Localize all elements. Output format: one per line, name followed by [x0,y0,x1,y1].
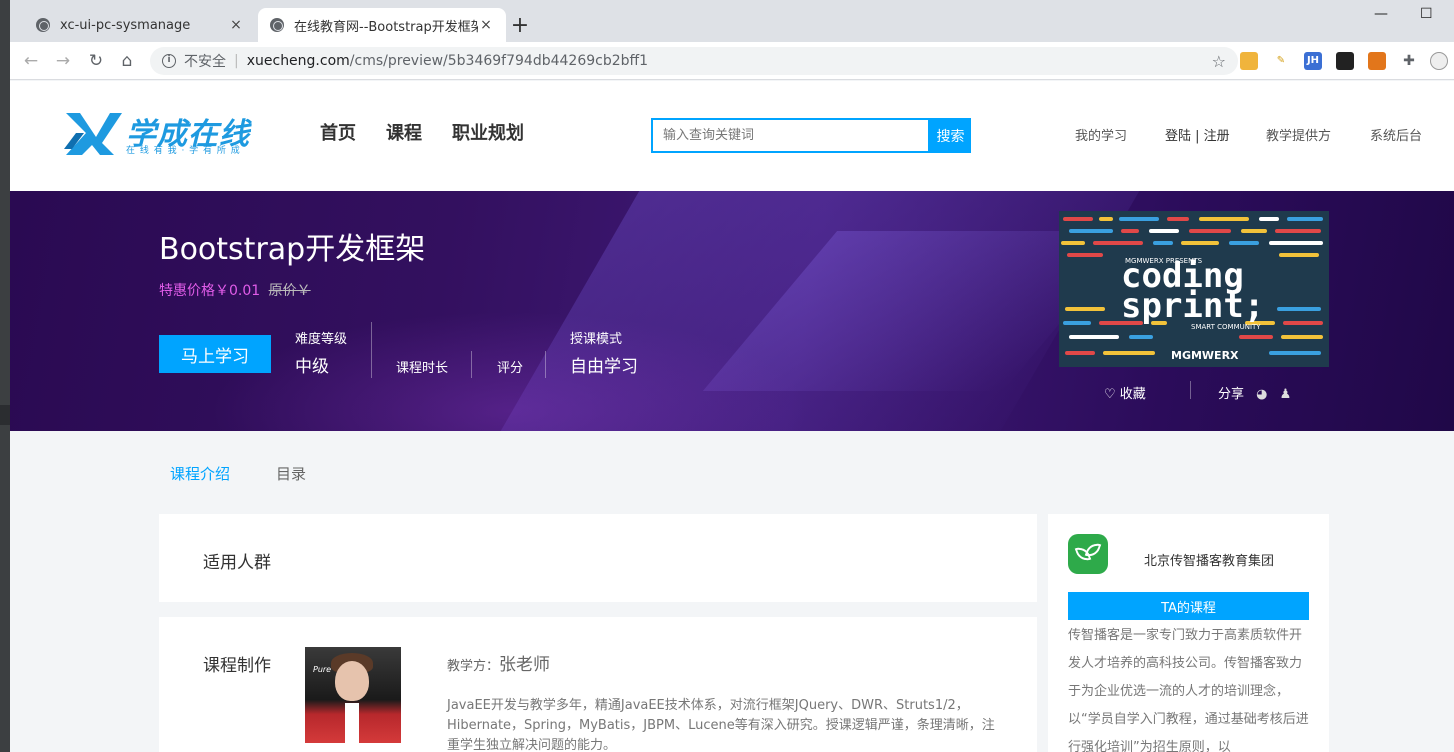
url-path: /cms/preview/5b3469f794db44269cb2bff1 [349,53,649,69]
site-header: 学成在线 在 线 有 我 · 学 有 所 成 首页 课程 职业规划 搜索 我的学… [10,81,1454,191]
browser-tab-sysmanage[interactable]: xc-ui-pc-sysmanage × [24,8,256,42]
thumbnail-brand: MGMWERX [1171,349,1239,362]
fox-extension-icon[interactable] [1368,52,1386,70]
organization-description: 传智播客是一家专门致力于高素质软件开发人才培养的高科技公司。传智播客致力于为企业… [1068,628,1309,752]
favorite-button[interactable]: ♡ 收藏 [1104,383,1146,402]
cat-extension-icon[interactable] [1240,52,1258,70]
browser-chrome: xc-ui-pc-sysmanage × 在线教育网--Bootstrap开发框… [10,0,1454,80]
audience-title: 适用人群 [203,553,271,573]
teacher-description: JavaEE开发与教学多年，精通JavaEE技术体系，对流行框架JQuery、D… [447,698,995,752]
favorite-label: 收藏 [1119,387,1146,402]
qq-icon[interactable]: ♟ [1280,387,1292,402]
tab-course-intro[interactable]: 课程介绍 [170,463,230,484]
address-bar[interactable]: i 不安全 | xuecheng.com /cms/preview/5b3469… [150,47,1238,75]
duration-label: 课程时长 [396,361,449,376]
start-learning-button[interactable]: 马上学习 [159,335,271,373]
url-host: xuecheng.com [246,53,350,69]
my-learning-link[interactable]: 我的学习 [1075,125,1127,144]
organization-logo [1068,534,1108,574]
tab-bar: xc-ui-pc-sysmanage × 在线教育网--Bootstrap开发框… [10,0,1454,42]
teacher-photo: Pure [305,647,401,743]
course-price: 特惠价格￥0.01 原价￥ [159,280,311,300]
discount-price: 特惠价格￥0.01 [159,283,261,299]
close-tab-icon[interactable]: × [228,17,244,33]
heart-icon: ♡ [1104,387,1116,402]
share-divider [1190,381,1191,399]
main-nav: 首页 课程 职业规划 [320,119,524,145]
provider-link[interactable]: 教学提供方 [1266,125,1331,144]
reload-button[interactable]: ↻ [85,50,107,72]
logo-x-icon [64,113,122,155]
tab-title: 在线教育网--Bootstrap开发框架 [294,19,478,35]
profile-avatar[interactable] [1430,52,1448,70]
organization-name: 北京传智播客教育集团 [1144,554,1275,569]
difficulty-label: 难度等级 [295,332,348,347]
globe-icon [36,18,50,32]
logo-slogan: 在 线 有 我 · 学 有 所 成 [126,146,241,156]
production-title: 课程制作 [203,656,271,676]
bookmark-star-icon[interactable]: ☆ [1212,52,1226,71]
original-price: 原价￥ [268,283,311,299]
teacher-photo-shirt [345,703,359,743]
globe-icon [270,18,284,32]
wechat-icon[interactable]: ◕ [1256,387,1267,402]
teacher-prefix: 教学方： [447,659,500,674]
nav-home[interactable]: 首页 [320,119,356,145]
broom-extension-icon[interactable]: ✎ [1272,52,1290,70]
search-input[interactable] [651,118,930,153]
difficulty-value: 中级 [295,357,329,377]
rating-label: 评分 [497,361,524,376]
meta-divider [545,351,546,378]
course-title: Bootstrap开发框架 [159,232,426,267]
course-tabs: 课程介绍 目录 [170,463,306,484]
site-logo[interactable]: 学成在线 在 线 有 我 · 学 有 所 成 [62,109,262,157]
back-button[interactable]: ← [20,50,42,72]
course-thumbnail: MGMWERX PRESENTS coding sprint; SMART COM… [1059,211,1329,367]
thumbnail-headline: coding sprint; [1121,256,1265,326]
teacher-photo-face [335,661,369,701]
admin-link[interactable]: 系统后台 [1370,125,1422,144]
meta-divider [471,351,472,378]
nav-courses[interactable]: 课程 [386,119,422,145]
tab-catalog[interactable]: 目录 [276,463,306,484]
org-courses-button[interactable]: TA的课程 [1068,592,1309,620]
nav-career[interactable]: 职业规划 [452,119,524,145]
minimize-button[interactable]: — [1374,6,1388,22]
background-window-block [0,405,10,425]
mode-value: 自由学习 [570,357,638,377]
maximize-button[interactable]: ☐ [1420,6,1433,22]
search-button[interactable]: 搜索 [930,118,971,153]
address-separator: | [234,53,239,69]
teacher-name: 教学方：张老师 [447,650,550,675]
background-window-strip [0,0,10,752]
login-register-link[interactable]: 登陆 | 注册 [1165,125,1230,144]
mode-label: 授课模式 [570,332,623,347]
puzzle-extension-icon[interactable]: ✚ [1400,52,1418,70]
course-banner: Bootstrap开发框架 特惠价格￥0.01 原价￥ 马上学习 难度等级 中级… [10,191,1454,431]
close-tab-icon[interactable]: × [478,17,494,33]
browser-toolbar: ← → ↻ ⌂ i 不安全 | xuecheng.com /cms/previe… [10,42,1454,80]
search-box: 搜索 [651,118,971,153]
meta-divider [371,322,372,378]
share-label: 分享 [1218,387,1245,402]
jh-extension-icon[interactable]: JH [1304,52,1322,70]
new-tab-button[interactable]: + [508,13,532,38]
mask-extension-icon[interactable] [1336,52,1354,70]
share-area: 分享 ◕ ♟ [1218,383,1291,402]
security-label: 不安全 [184,54,226,70]
teacher-photo-text: Pure [313,665,332,674]
home-button[interactable]: ⌂ [116,50,138,72]
forward-button[interactable]: → [52,50,74,72]
info-icon[interactable]: i [162,54,176,68]
audience-card: 适用人群 [159,514,1037,602]
browser-tab-course[interactable]: 在线教育网--Bootstrap开发框架 × [258,8,506,42]
thumbnail-community: SMART COMMUNITY [1191,323,1261,331]
teacher-name-value: 张老师 [499,655,551,675]
tab-title: xc-ui-pc-sysmanage [60,17,191,33]
